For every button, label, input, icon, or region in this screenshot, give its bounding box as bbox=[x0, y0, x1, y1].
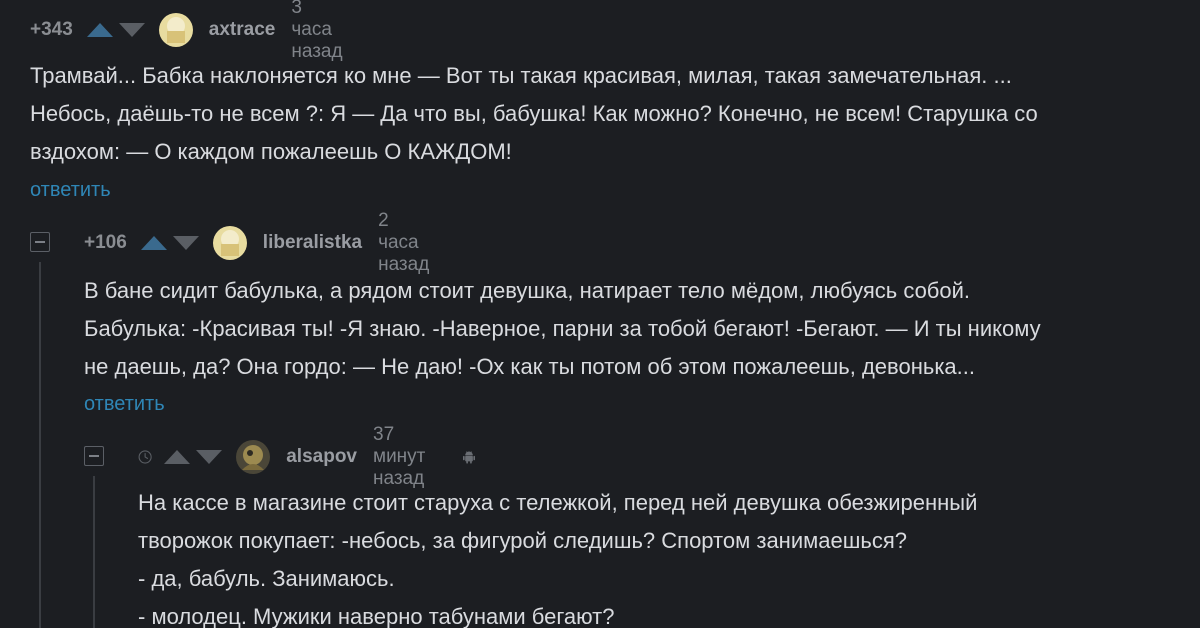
downvote-icon[interactable] bbox=[196, 450, 223, 464]
comment-line: В бане сидит бабулька, а рядом стоит дев… bbox=[84, 278, 971, 303]
avatar[interactable] bbox=[236, 440, 271, 474]
downvote-icon[interactable] bbox=[172, 236, 199, 250]
comment-header: +343 axtrace 3 часа назад bbox=[30, 0, 343, 62]
comment-body: Трамвай... Бабка наклоняется ко мне — Во… bbox=[30, 57, 1038, 171]
comment-line: вздохом: — О каждом пожалеешь О КАЖДОМ! bbox=[30, 139, 512, 164]
comment-rating: +106 bbox=[84, 232, 127, 253]
clock-icon bbox=[138, 450, 152, 464]
vote-controls bbox=[164, 450, 223, 464]
downvote-icon[interactable] bbox=[118, 23, 145, 37]
comment-header: +106 liberalistka 2 часа назад bbox=[84, 210, 429, 275]
comment-time[interactable]: 2 часа назад bbox=[378, 210, 429, 276]
comment-line: Трамвай... Бабка наклоняется ко мне — Во… bbox=[30, 63, 1012, 88]
comment-line: творожок покупает: -небось, за фигурой с… bbox=[138, 528, 907, 553]
vote-controls bbox=[140, 236, 199, 250]
comment-line: На кассе в магазине стоит старуха с теле… bbox=[138, 490, 978, 515]
comment-time[interactable]: 3 часа назад bbox=[291, 0, 342, 63]
comment-body: На кассе в магазине стоит старуха с теле… bbox=[138, 484, 977, 628]
upvote-icon[interactable] bbox=[164, 450, 191, 464]
reply-link[interactable]: ответить bbox=[30, 179, 111, 202]
comment-username[interactable]: axtrace bbox=[209, 19, 276, 41]
vote-controls bbox=[86, 23, 145, 37]
comment-line: Небось, даёшь-то не всем ?: Я — Да что в… bbox=[30, 101, 1038, 126]
comment-username[interactable]: liberalistka bbox=[263, 232, 362, 254]
comment-line: не даешь, да? Она гордо: — Не даю! -Ох к… bbox=[84, 354, 975, 379]
comment-body: В бане сидит бабулька, а рядом стоит дев… bbox=[84, 272, 1041, 386]
avatar[interactable] bbox=[158, 13, 193, 47]
comment-time[interactable]: 37 минут назад bbox=[373, 424, 447, 490]
collapse-icon[interactable] bbox=[30, 232, 50, 252]
thread-line-level-1 bbox=[39, 262, 41, 628]
comment-username[interactable]: alsapov bbox=[286, 446, 357, 468]
upvote-icon[interactable] bbox=[86, 23, 113, 37]
reply-link[interactable]: ответить bbox=[84, 393, 165, 416]
comment-line: Бабулька: -Красивая ты! -Я знаю. -Наверн… bbox=[84, 316, 1041, 341]
comment-line: - молодец. Мужики наверно табунами бегаю… bbox=[138, 604, 615, 628]
thread-line-level-2 bbox=[93, 476, 95, 628]
avatar[interactable] bbox=[212, 226, 247, 260]
comment-rating: +343 bbox=[30, 19, 73, 40]
comment-header: alsapov 37 минут назад bbox=[138, 424, 476, 489]
android-icon bbox=[463, 451, 476, 464]
collapse-icon[interactable] bbox=[84, 446, 104, 466]
upvote-icon[interactable] bbox=[140, 236, 167, 250]
comment-line: - да, бабуль. Занимаюсь. bbox=[138, 566, 395, 591]
